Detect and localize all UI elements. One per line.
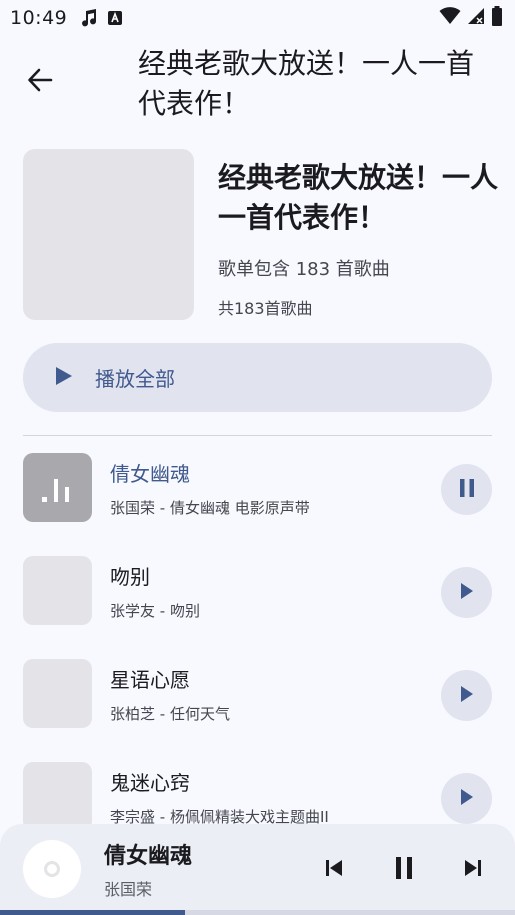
song-play-button[interactable] <box>441 670 492 721</box>
play-all-label: 播放全部 <box>95 367 175 391</box>
song-row[interactable]: 鬼迷心窍 李宗盛 - 杨佩佩精装大戏主题曲II <box>0 762 515 832</box>
song-play-button[interactable] <box>441 773 492 824</box>
music-note-icon <box>79 8 99 28</box>
playlist-cover <box>23 149 194 320</box>
play-all-button[interactable]: 播放全部 <box>23 343 492 412</box>
wifi-icon <box>439 7 461 29</box>
song-row[interactable]: 倩女幽魂 张国荣 - 倩女幽魂 电影原声带 <box>0 453 515 523</box>
previous-button[interactable] <box>316 852 352 888</box>
back-button[interactable] <box>18 60 62 104</box>
status-time: 10:49 <box>10 7 68 29</box>
next-button[interactable] <box>455 852 491 888</box>
mini-player[interactable]: 倩女幽魂 张国荣 <box>0 824 515 915</box>
signal-icon <box>467 7 485 29</box>
song-play-button[interactable] <box>441 567 492 618</box>
now-playing-title: 倩女幽魂 <box>104 844 193 869</box>
playback-progress-fill <box>0 910 186 915</box>
song-title: 鬼迷心窍 <box>110 771 190 795</box>
song-title: 吻别 <box>110 565 150 589</box>
play-icon <box>460 685 474 706</box>
battery-icon <box>491 6 503 30</box>
status-bar: 10:49 <box>0 0 515 36</box>
skip-next-icon <box>463 858 483 882</box>
now-playing-artist: 张国荣 <box>104 880 153 899</box>
song-title: 倩女幽魂 <box>110 462 190 486</box>
pause-icon <box>459 478 475 501</box>
song-thumbnail <box>23 762 92 831</box>
pause-button[interactable] <box>386 852 422 888</box>
song-row[interactable]: 星语心愿 张柏芝 - 任何天气 <box>0 659 515 729</box>
play-icon <box>460 788 474 809</box>
font-a-icon <box>107 10 123 26</box>
arrow-back-icon <box>27 67 53 97</box>
pause-icon <box>394 857 414 883</box>
page-title: 经典老歌大放送！一人一首代表作！ <box>138 47 475 120</box>
top-app-bar: 经典老歌大放送！一人一首代表作！ <box>0 40 515 130</box>
album-disc <box>23 840 81 898</box>
play-icon <box>55 366 73 390</box>
song-subtitle: 张柏芝 - 任何天气 <box>110 705 230 723</box>
song-thumbnail <box>23 556 92 625</box>
divider <box>23 435 492 436</box>
song-pause-button[interactable] <box>441 464 492 515</box>
song-subtitle: 张国荣 - 倩女幽魂 电影原声带 <box>110 499 310 517</box>
playlist-title: 经典老歌大放送！一人一首代表作！ <box>218 161 499 234</box>
skip-previous-icon <box>324 858 344 882</box>
song-thumbnail <box>23 453 92 522</box>
playback-progress-bar[interactable] <box>0 910 515 915</box>
playlist-count: 共183首歌曲 <box>218 299 313 318</box>
song-row[interactable]: 吻别 张学友 - 吻别 <box>0 556 515 626</box>
song-title: 星语心愿 <box>110 668 190 692</box>
song-subtitle: 张学友 - 吻别 <box>110 602 200 620</box>
playlist-description: 歌单包含 183 首歌曲 <box>218 259 390 280</box>
play-icon <box>460 582 474 603</box>
song-thumbnail <box>23 659 92 728</box>
equalizer-icon <box>40 475 72 507</box>
disc-hole <box>44 861 60 877</box>
